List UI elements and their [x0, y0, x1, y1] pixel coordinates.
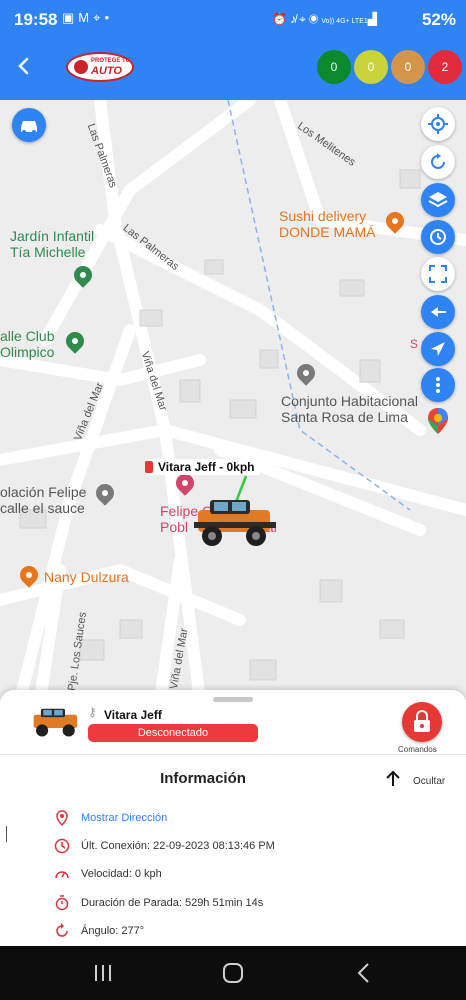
- commands-button[interactable]: [402, 702, 442, 742]
- layers-button[interactable]: [421, 183, 455, 217]
- poi-club-olimpico[interactable]: alle Club Olimpico: [0, 328, 54, 360]
- app-logo: PROTEGE TU AUTO: [66, 52, 134, 82]
- layers-icon: [428, 192, 448, 208]
- mute-icon: ♪̸: [290, 12, 300, 26]
- fit-bounds-button[interactable]: [421, 257, 455, 291]
- logo-text-top: PROTEGE TU: [91, 58, 131, 64]
- vertical-dots-icon: [436, 377, 440, 393]
- gmail-icon: M: [78, 10, 94, 25]
- recent-apps-icon[interactable]: [91, 962, 115, 984]
- jeep-marker-icon[interactable]: [192, 496, 278, 548]
- stopwatch-icon: [55, 895, 69, 911]
- rotate-icon: [56, 923, 68, 937]
- vehicle-map-label: Vitara Jeff - 0kph: [144, 459, 261, 475]
- back-nav-icon[interactable]: [352, 962, 376, 984]
- route-button[interactable]: [421, 295, 455, 329]
- google-maps-icon: [428, 408, 448, 434]
- poi-escuela[interactable]: olación Felipe calle el sauce: [0, 484, 86, 516]
- divider: [0, 754, 466, 755]
- vehicle-name: Vitara Jeff: [104, 708, 162, 722]
- vehicle-thumbnail: [33, 708, 78, 737]
- angle-text: Ángulo: 277°: [81, 925, 145, 937]
- counter-green[interactable]: 0: [317, 50, 351, 84]
- status-time: 19:58: [14, 10, 58, 29]
- refresh-button[interactable]: [421, 145, 455, 179]
- more-options-button[interactable]: [421, 368, 455, 402]
- system-navigation-bar: [0, 946, 466, 1000]
- key-icon: ⚷: [88, 705, 97, 719]
- history-button[interactable]: [421, 220, 455, 254]
- speed-text: Velocidad: 0 kph: [81, 868, 162, 880]
- lock-icon: [414, 710, 430, 732]
- status-right-icons: ⏰♪̸⌖◉Vo)) 4G+ LTE1▟: [272, 12, 380, 27]
- show-address-link[interactable]: Mostrar Dirección: [81, 812, 167, 824]
- network-label: Vo)) 4G+ LTE1: [321, 18, 368, 25]
- car-icon: [21, 121, 37, 134]
- locate-button[interactable]: [421, 107, 455, 141]
- poi-conjunto-habitacional[interactable]: Conjunto Habitacional Santa Rosa de Lima: [281, 393, 418, 425]
- status-counters: 0002: [314, 50, 462, 84]
- counter-red[interactable]: 2: [428, 50, 462, 84]
- crosshair-icon: [428, 114, 448, 134]
- counter-orange[interactable]: 0: [391, 50, 425, 84]
- hotspot-icon: ◉: [308, 12, 322, 26]
- route-icon: [431, 307, 446, 317]
- home-icon[interactable]: [221, 962, 245, 984]
- clock-icon: [54, 838, 70, 854]
- arrow-up-icon[interactable]: [385, 770, 401, 788]
- back-button[interactable]: [12, 54, 36, 78]
- logo-car-icon: [74, 60, 88, 74]
- map-view[interactable]: Las Palmeras Los Melitenes Las Palmeras …: [0, 100, 466, 700]
- refresh-icon: [431, 153, 445, 169]
- speedometer-icon: [55, 871, 69, 879]
- vehicle-info-sheet: ⚷ Vitara Jeff Desconectado Comandos Info…: [0, 690, 466, 946]
- battery-percent: 52%: [421, 10, 456, 29]
- vehicle-list-button[interactable]: [12, 108, 46, 142]
- status-left-icons: ▣M⌖•: [62, 10, 113, 26]
- text-cursor: [6, 826, 7, 842]
- connection-status-badge: Desconectado: [88, 724, 258, 742]
- app-header: PROTEGE TU AUTO 0002: [0, 42, 466, 100]
- location-icon: ⌖: [93, 10, 105, 25]
- navigation-arrow-icon: [431, 342, 445, 356]
- signal-icon: ▟: [367, 12, 380, 26]
- history-icon: [430, 229, 446, 245]
- last-connection-text: Últ. Conexión: 22-09-2023 08:13:46 PM: [81, 840, 275, 852]
- counter-yellow[interactable]: 0: [354, 50, 388, 84]
- logo-text-main: AUTO: [91, 65, 122, 77]
- google-maps-button[interactable]: [421, 404, 455, 438]
- app-topbar: 19:58 ▣M⌖• ⏰♪̸⌖◉Vo)) 4G+ LTE1▟ 52% PROTE…: [0, 0, 466, 100]
- navigate-button[interactable]: [421, 332, 455, 366]
- fullscreen-icon: [429, 265, 447, 283]
- location-pin-icon: [56, 810, 68, 826]
- sheet-drag-handle[interactable]: [213, 697, 253, 702]
- hide-info-button[interactable]: Ocultar: [413, 776, 445, 787]
- status-bar: 19:58 ▣M⌖• ⏰♪̸⌖◉Vo)) 4G+ LTE1▟ 52%: [0, 0, 466, 42]
- dot-icon: •: [104, 10, 114, 25]
- poi-jardin-infantil[interactable]: Jardín Infantil Tía Michelle: [10, 228, 94, 260]
- poi-sushi-delivery[interactable]: Sushi delivery DONDE MAMÁ: [279, 208, 375, 240]
- chevron-left-icon: [18, 57, 29, 75]
- image-icon: ▣: [62, 10, 79, 25]
- stop-duration-text: Duración de Parada: 529h 51min 14s: [81, 897, 264, 909]
- alarm-icon: ⏰: [272, 12, 291, 26]
- commands-label: Comandos: [398, 745, 437, 754]
- poi-nany-dulzura[interactable]: Nany Dulzura: [44, 569, 129, 585]
- info-section-title: Información: [160, 770, 246, 787]
- location-icon: ⌖: [299, 12, 309, 26]
